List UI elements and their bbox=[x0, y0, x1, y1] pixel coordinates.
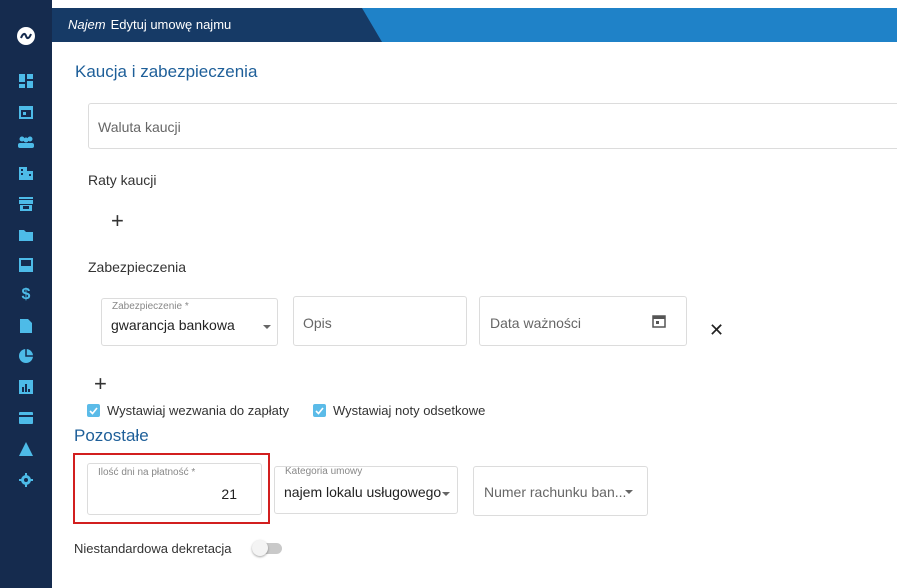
deposit-currency-placeholder: Waluta kaucji bbox=[98, 119, 181, 135]
security-type-select[interactable]: Zabezpieczenie * gwarancja bankowa bbox=[101, 298, 278, 346]
sidebar: $ bbox=[0, 0, 52, 588]
interest-notes-checkbox[interactable] bbox=[313, 404, 326, 417]
security-type-value: gwarancja bankowa bbox=[111, 317, 235, 333]
security-type-label: Zabezpieczenie * bbox=[112, 301, 189, 312]
security-description-placeholder: Opis bbox=[303, 315, 332, 331]
inbox-icon[interactable] bbox=[18, 257, 34, 273]
bar-chart-icon[interactable] bbox=[18, 379, 34, 395]
chevron-down-icon bbox=[442, 492, 450, 496]
bank-account-select[interactable]: Numer rachunku ban... bbox=[473, 466, 648, 516]
store-icon[interactable] bbox=[18, 196, 34, 212]
nonstandard-decree-label: Niestandardowa dekretacja bbox=[74, 541, 232, 556]
breadcrumb: Najem Edytuj umowę najmu bbox=[68, 17, 231, 32]
security-expiry-date-input[interactable]: Data ważności bbox=[479, 296, 687, 346]
logo-icon[interactable] bbox=[17, 27, 35, 45]
deposit-section-title: Kaucja i zabezpieczenia bbox=[75, 62, 258, 81]
chevron-down-icon bbox=[625, 490, 633, 494]
deposit-installments-label: Raty kaucji bbox=[88, 172, 157, 188]
contract-category-select[interactable]: Kategoria umowy najem lokalu usługowego bbox=[274, 466, 458, 514]
chevron-down-icon bbox=[263, 325, 271, 329]
deposit-currency-select[interactable]: Waluta kaucji bbox=[88, 103, 897, 149]
securities-label: Zabezpieczenia bbox=[88, 259, 187, 275]
gear-icon[interactable] bbox=[18, 472, 34, 488]
add-installment-button[interactable]: + bbox=[111, 210, 124, 232]
dashboard-icon[interactable] bbox=[18, 73, 34, 89]
highlight-box bbox=[73, 453, 270, 524]
security-description-input[interactable]: Opis bbox=[293, 296, 467, 346]
page-title: Edytuj umowę najmu bbox=[110, 17, 232, 32]
other-section-title: Pozostałe bbox=[74, 426, 149, 445]
card-icon[interactable] bbox=[18, 410, 34, 426]
document-icon[interactable] bbox=[18, 318, 34, 334]
breadcrumb-module[interactable]: Najem bbox=[68, 17, 106, 32]
toggle-knob[interactable] bbox=[252, 540, 268, 556]
contract-category-value: najem lokalu usługowego bbox=[284, 484, 442, 500]
remove-security-button[interactable]: ✕ bbox=[709, 320, 724, 341]
folder-icon[interactable] bbox=[18, 227, 34, 243]
dollar-icon[interactable]: $ bbox=[18, 286, 34, 303]
payment-calls-checkbox[interactable] bbox=[87, 404, 100, 417]
bank-account-placeholder: Numer rachunku ban... bbox=[484, 484, 627, 500]
calendar-icon[interactable] bbox=[18, 104, 34, 120]
calendar-icon[interactable] bbox=[652, 314, 666, 333]
payment-calls-label: Wystawiaj wezwania do zapłaty bbox=[107, 403, 289, 418]
interest-notes-label: Wystawiaj noty odsetkowe bbox=[333, 403, 486, 418]
contract-category-label: Kategoria umowy bbox=[285, 466, 363, 477]
security-expiry-placeholder: Data ważności bbox=[490, 315, 582, 331]
add-security-button[interactable]: + bbox=[94, 373, 107, 395]
warning-icon[interactable] bbox=[18, 441, 34, 457]
pie-chart-icon[interactable] bbox=[18, 348, 34, 364]
page-header: Najem Edytuj umowę najmu bbox=[52, 8, 897, 42]
users-icon[interactable] bbox=[18, 134, 34, 150]
building-icon[interactable] bbox=[18, 165, 34, 181]
